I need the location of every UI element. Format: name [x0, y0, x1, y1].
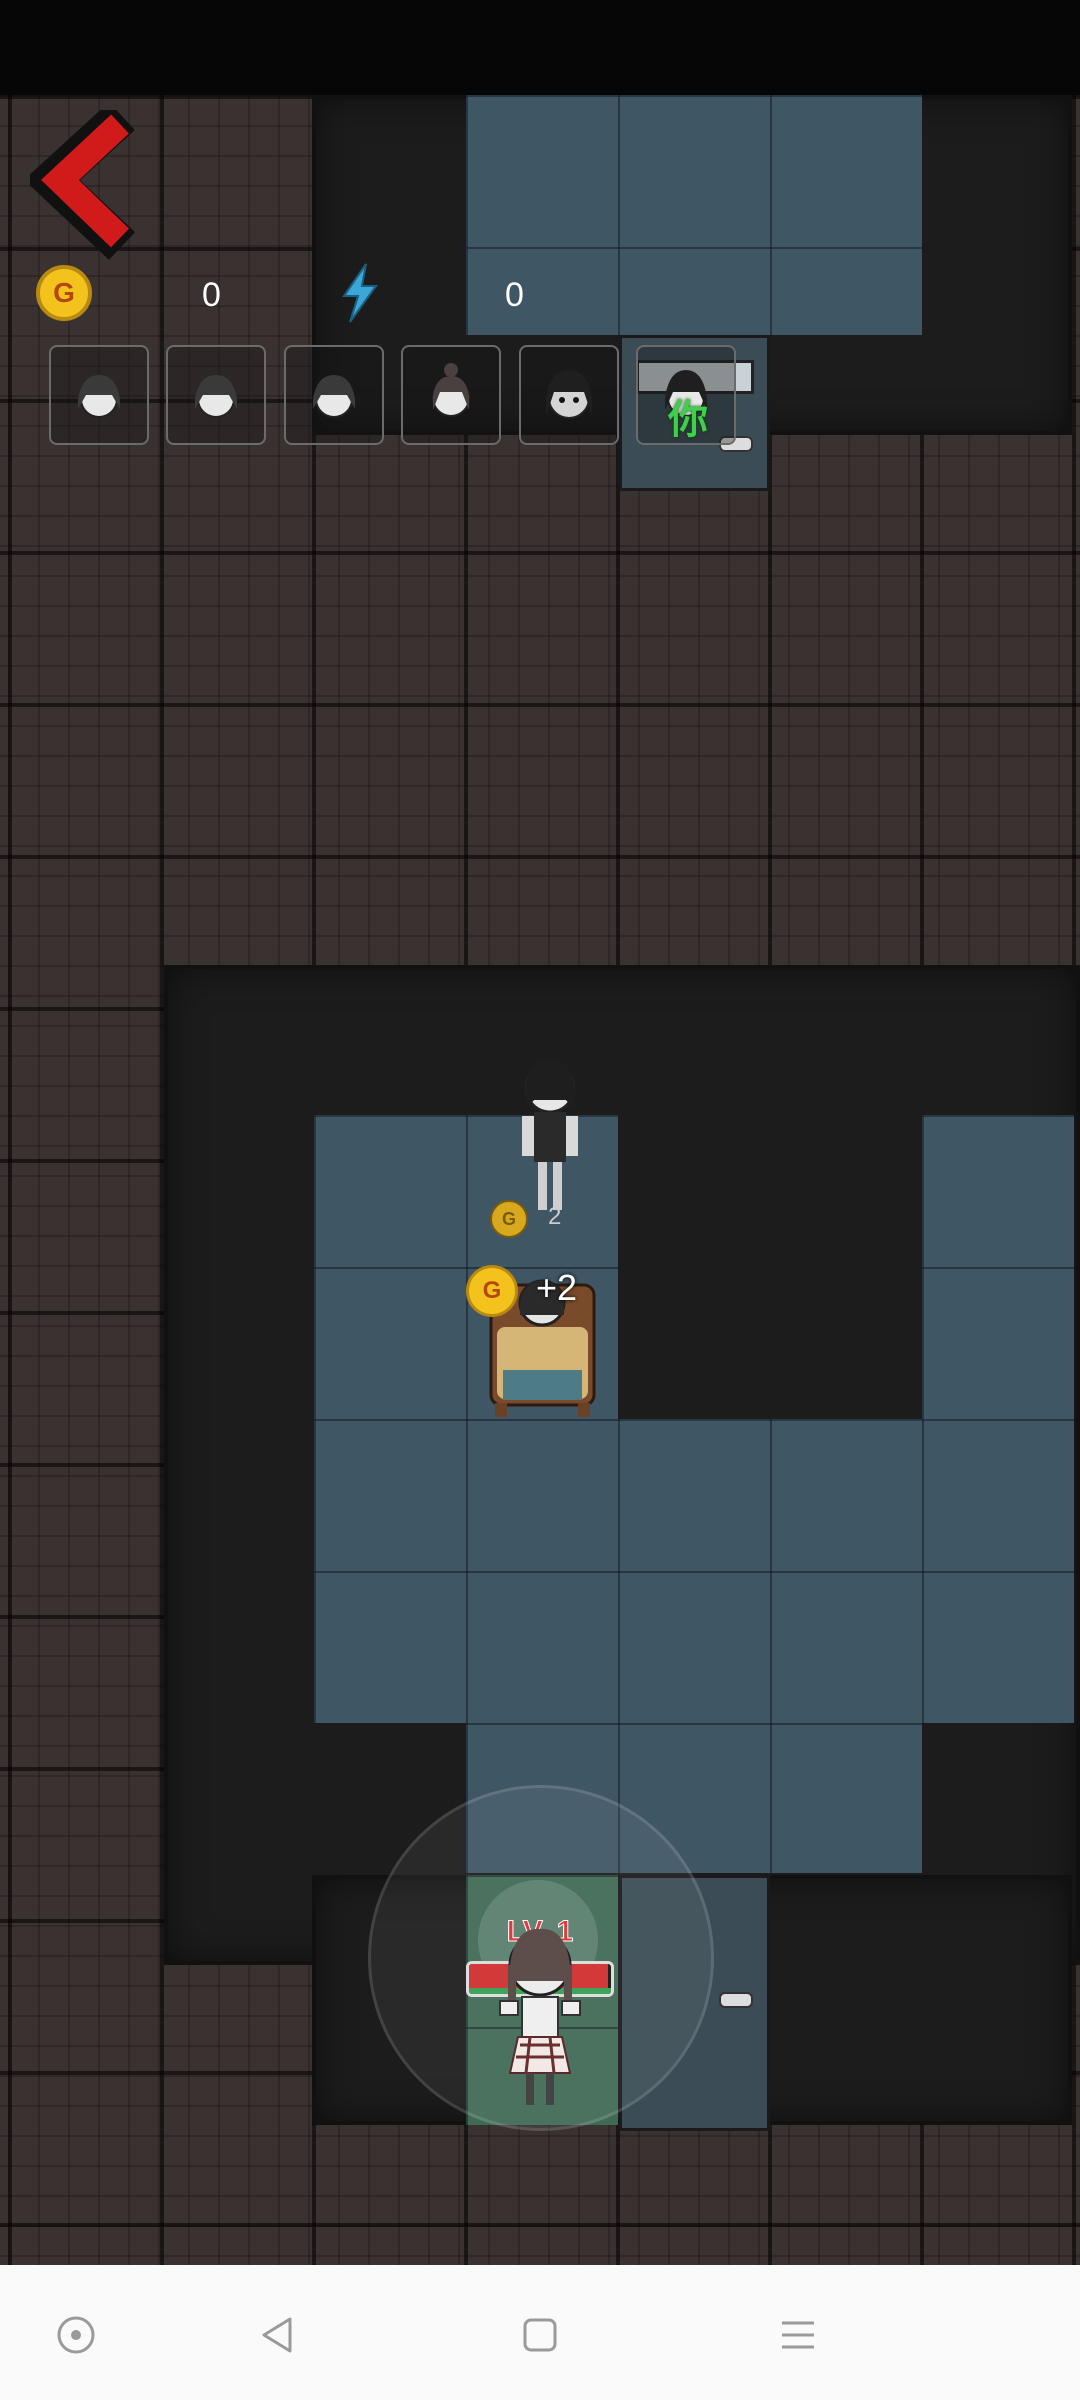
coin-popup-small: 2: [548, 1203, 562, 1230]
lightning-icon: [342, 263, 378, 323]
hamburger-menu-icon: [782, 2321, 814, 2349]
coin-marker-small: G: [490, 1200, 528, 1238]
energy-count: 0: [505, 276, 524, 314]
back-nav-button[interactable]: [238, 2295, 318, 2375]
player-sprite: [499, 1928, 581, 2105]
back-arrow-button[interactable]: [30, 110, 150, 260]
floor-room-top: [466, 95, 922, 335]
menu-nav-button[interactable]: [758, 2295, 838, 2375]
portrait-girl-2[interactable]: [166, 345, 266, 445]
floor-room-main: [314, 1419, 1074, 1723]
pale-ghost-face-icon: [546, 370, 592, 419]
girl-face-icon: [78, 375, 120, 418]
coin-letter: G: [53, 277, 75, 308]
door-knob: [719, 1992, 753, 2008]
portrait-girl-1[interactable]: [49, 345, 149, 445]
portrait-girl-3[interactable]: [284, 345, 384, 445]
assistant-button[interactable]: [36, 2295, 116, 2375]
home-nav-button[interactable]: [500, 2295, 580, 2375]
coin-count: 0: [202, 276, 221, 314]
bun-girl-face-icon: [432, 363, 470, 417]
triangle-back-icon: [262, 2317, 292, 2353]
girl-face-icon: [195, 375, 237, 418]
square-home-icon: [523, 2318, 557, 2352]
system-nav-bar: [0, 2265, 1080, 2400]
portrait-bun-girl[interactable]: [401, 345, 501, 445]
coin-icon-popup: G: [466, 1265, 518, 1317]
circle-dot-icon: [57, 2316, 95, 2354]
floor-room-right: [922, 1115, 1074, 1419]
coin-icon: G: [36, 265, 92, 321]
portrait-ghost-girl-locked[interactable]: 你: [636, 345, 736, 445]
coin-letter: G: [501, 1208, 516, 1229]
status-bar: [0, 0, 1080, 95]
ghost-girl-sprite: [522, 1059, 578, 1210]
portrait-pale-ghost[interactable]: [519, 345, 619, 445]
locked-portrait-mark: 你: [668, 398, 708, 442]
coin-letter: G: [482, 1277, 502, 1304]
girl-face-icon: [313, 375, 355, 418]
coin-popup-text: +2: [536, 1267, 578, 1308]
